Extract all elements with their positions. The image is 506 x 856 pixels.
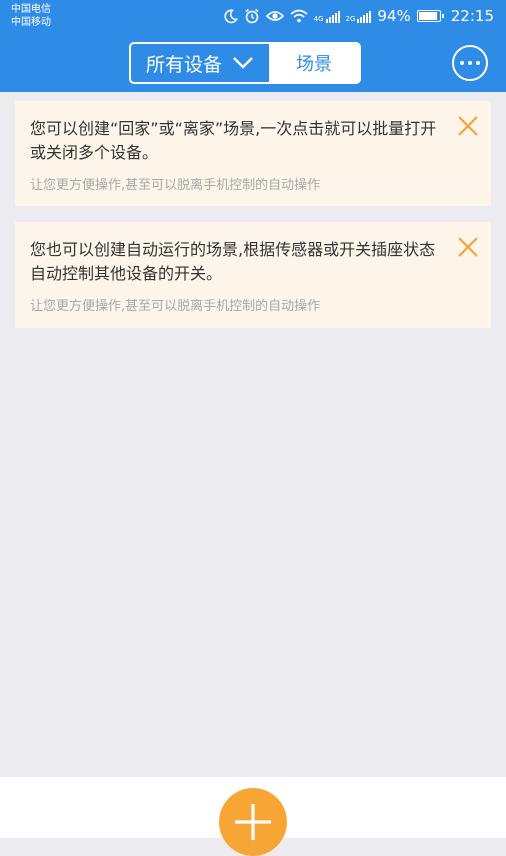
carrier-1-label: 中国电信 xyxy=(11,4,51,15)
tip-card-subtitle: 让您更方便操作,甚至可以脱离手机控制的自动操作 xyxy=(30,299,321,314)
more-dot-icon xyxy=(468,61,472,65)
wifi-icon xyxy=(290,9,308,23)
plus-icon xyxy=(235,804,271,840)
battery-fill xyxy=(418,12,437,20)
carrier-2-label: 中国移动 xyxy=(11,17,51,28)
tip-card-title: 您也可以创建自动运行的场景,根据传感器或开关插座状态自动控制其他设备的开关。 xyxy=(30,240,436,283)
battery-percent: 94% xyxy=(377,7,411,25)
tip-card-title: 您可以创建“回家”或“离家”场景,一次点击就可以批量打开或关闭多个设备。 xyxy=(30,119,437,162)
more-dot-icon xyxy=(460,61,464,65)
carrier-info: 中国电信 中国移动 xyxy=(11,3,51,29)
status-bar: 中国电信 中国移动 4G 2G 94% 22:15 xyxy=(0,0,506,36)
all-devices-label: 所有设备 xyxy=(145,53,222,76)
all-devices-tab[interactable]: 所有设备 xyxy=(131,44,269,82)
4g-signal-icon: 4G xyxy=(314,10,340,23)
tip-card: 您也可以创建自动运行的场景,根据传感器或开关插座状态自动控制其他设备的开关。 让… xyxy=(15,222,491,328)
alarm-icon xyxy=(245,8,259,24)
moon-icon xyxy=(224,9,238,23)
add-scene-button[interactable] xyxy=(219,788,287,856)
app-header: 所有设备 场景 xyxy=(0,36,506,92)
more-dot-icon xyxy=(476,61,480,65)
tip-card-subtitle: 让您更方便操作,甚至可以脱离手机控制的自动操作 xyxy=(30,178,321,193)
view-switcher: 所有设备 场景 xyxy=(129,42,361,84)
status-icons: 4G 2G 94% 22:15 xyxy=(223,7,494,25)
more-options-button[interactable] xyxy=(452,45,488,81)
close-icon[interactable] xyxy=(457,236,479,258)
close-icon[interactable] xyxy=(457,115,479,137)
2g-label: 2G xyxy=(345,14,356,23)
scenes-label: 场景 xyxy=(296,54,332,75)
scenes-tab[interactable]: 场景 xyxy=(269,44,359,82)
battery-icon xyxy=(416,10,444,22)
eye-icon xyxy=(265,11,284,21)
2g-signal-icon: 2G xyxy=(346,10,372,23)
4g-label: 4G xyxy=(313,14,324,23)
clock: 22:15 xyxy=(450,7,494,25)
tip-card: 您可以创建“回家”或“离家”场景,一次点击就可以批量打开或关闭多个设备。 让您更… xyxy=(15,101,491,206)
chevron-down-icon xyxy=(233,57,253,69)
